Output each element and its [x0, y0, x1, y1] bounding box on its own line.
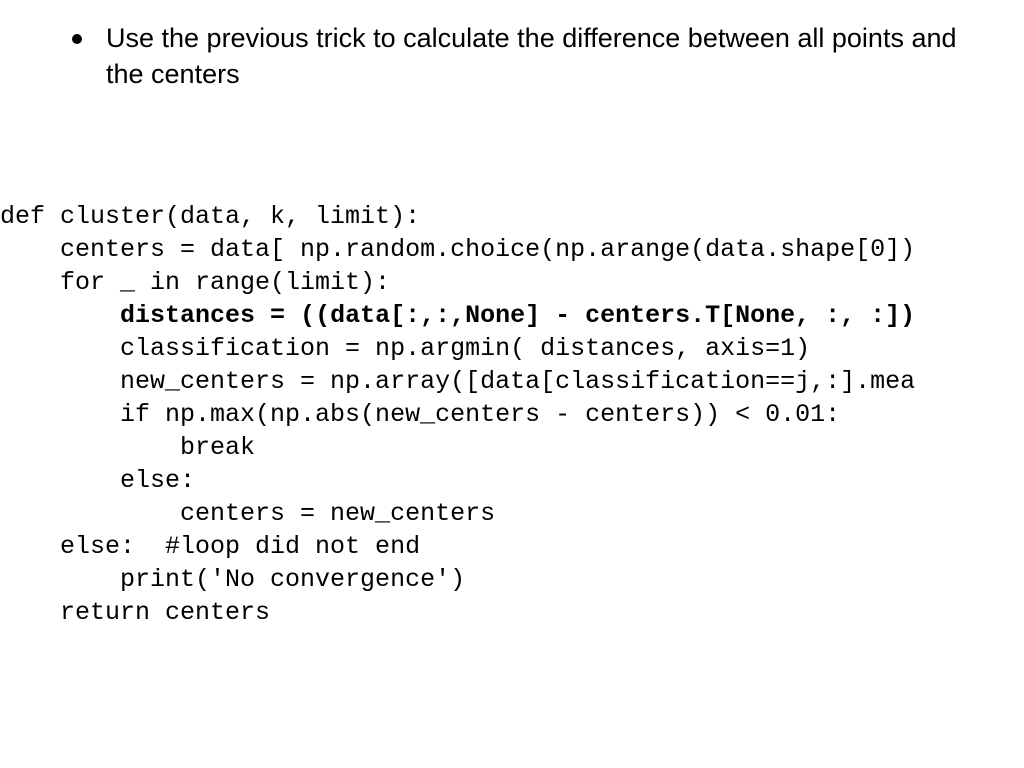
code-line: new_centers = np.array([data[classificat…	[0, 367, 915, 396]
code-line: else: #loop did not end	[0, 532, 420, 561]
code-line-bold: distances = ((data[:,:,None] - centers.T…	[120, 301, 915, 330]
code-line: if np.max(np.abs(new_centers - centers))…	[0, 400, 840, 429]
code-line: print('No convergence')	[0, 565, 465, 594]
code-line: else:	[0, 466, 195, 495]
code-line: for _ in range(limit):	[0, 268, 390, 297]
code-line-indent	[0, 301, 120, 330]
code-line: return centers	[0, 598, 270, 627]
code-line: def cluster(data, k, limit):	[0, 202, 420, 231]
bullet-item: Use the previous trick to calculate the …	[72, 20, 984, 93]
bullet-dot-icon	[72, 34, 82, 44]
bullet-text: Use the previous trick to calculate the …	[106, 20, 984, 93]
code-line: centers = new_centers	[0, 499, 495, 528]
code-line: classification = np.argmin( distances, a…	[0, 334, 810, 363]
code-line: break	[0, 433, 255, 462]
code-block: def cluster(data, k, limit): centers = d…	[0, 200, 1024, 629]
code-line: centers = data[ np.random.choice(np.aran…	[0, 235, 915, 264]
